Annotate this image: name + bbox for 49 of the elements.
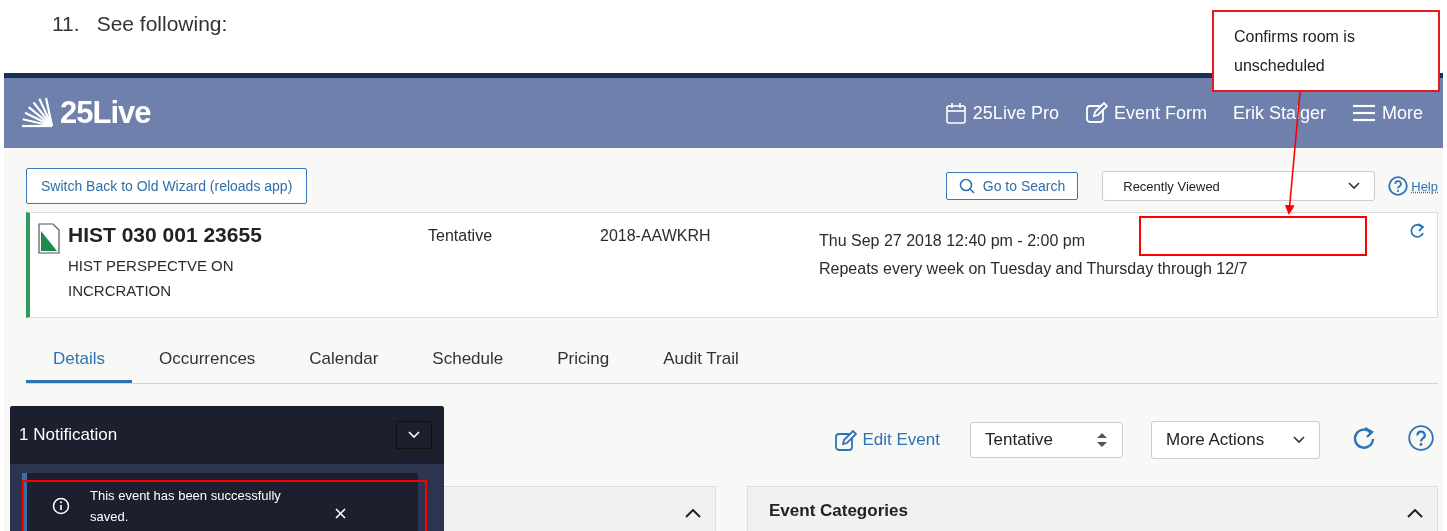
tab[interactable]: Calendar <box>282 338 406 383</box>
step-number: 11. <box>52 12 80 37</box>
event-document-icon <box>38 223 60 254</box>
chevron-up-icon <box>685 509 701 519</box>
sort-icon <box>1096 432 1108 448</box>
annotation-callout: Confirms room is unscheduled <box>1212 10 1440 92</box>
event-name: HIST PERSPECTVE ON INCRCRATION <box>68 256 235 301</box>
tab[interactable]: Schedule <box>405 338 531 383</box>
calendar-icon <box>944 102 967 124</box>
step-text: See following: <box>96 12 228 37</box>
help-link[interactable]: Help <box>1388 176 1438 196</box>
nav-link[interactable]: 25Live Pro <box>944 102 1059 124</box>
edit-icon <box>834 429 857 451</box>
tab[interactable]: Details <box>26 338 132 383</box>
notification-message: This event has been successfully saved. <box>90 487 282 526</box>
recently-viewed-select[interactable]: Recently Viewed <box>1102 171 1376 201</box>
nav-link[interactable]: More <box>1352 102 1423 124</box>
chevron-down-icon <box>408 431 420 439</box>
edit-icon <box>1084 102 1108 124</box>
event-state: Tentative <box>428 226 494 246</box>
info-icon <box>52 497 70 515</box>
tab[interactable]: Pricing <box>530 338 637 383</box>
refresh-icon <box>1352 426 1376 450</box>
app-logo-text: 25Live <box>60 95 151 131</box>
search-button[interactable]: Go to Search <box>945 172 1079 200</box>
tab[interactable]: Occurrences <box>131 338 283 383</box>
more-actions-select[interactable]: More Actions <box>1151 421 1320 459</box>
event-reference: 2018-AAWKRH <box>600 226 712 246</box>
menu-icon <box>1352 102 1376 124</box>
help-icon <box>1408 425 1434 451</box>
collapse-button[interactable] <box>396 421 432 449</box>
nav-link[interactable]: Event Form <box>1084 102 1207 124</box>
help-icon <box>1388 176 1409 196</box>
edit-event-link[interactable]: Edit Event <box>834 429 940 451</box>
sunburst-logo-icon <box>20 98 54 128</box>
search-icon <box>958 178 975 194</box>
chevron-down-icon <box>1348 182 1361 190</box>
refresh-icon <box>1408 223 1425 240</box>
event-date: Thu Sep 27 2018 12:40 pm - 2:00 pm <box>819 231 1086 251</box>
state-select[interactable]: Tentative <box>970 422 1123 458</box>
panel-title: Event Categories <box>769 501 908 522</box>
event-repeat-text: Repeats every week on Tuesday and Thursday through 12/7 <box>819 259 1248 279</box>
notification-heading: 1 Notification <box>19 425 118 445</box>
close-icon <box>335 508 346 519</box>
chevron-up-icon <box>1407 509 1423 519</box>
event-title: HIST 030 001 23655 <box>68 223 263 247</box>
chevron-down-icon <box>1293 436 1305 444</box>
tab[interactable]: Audit Trail <box>636 338 766 383</box>
switch-wizard-button[interactable]: Switch Back to Old Wizard (reloads app) <box>26 168 308 204</box>
